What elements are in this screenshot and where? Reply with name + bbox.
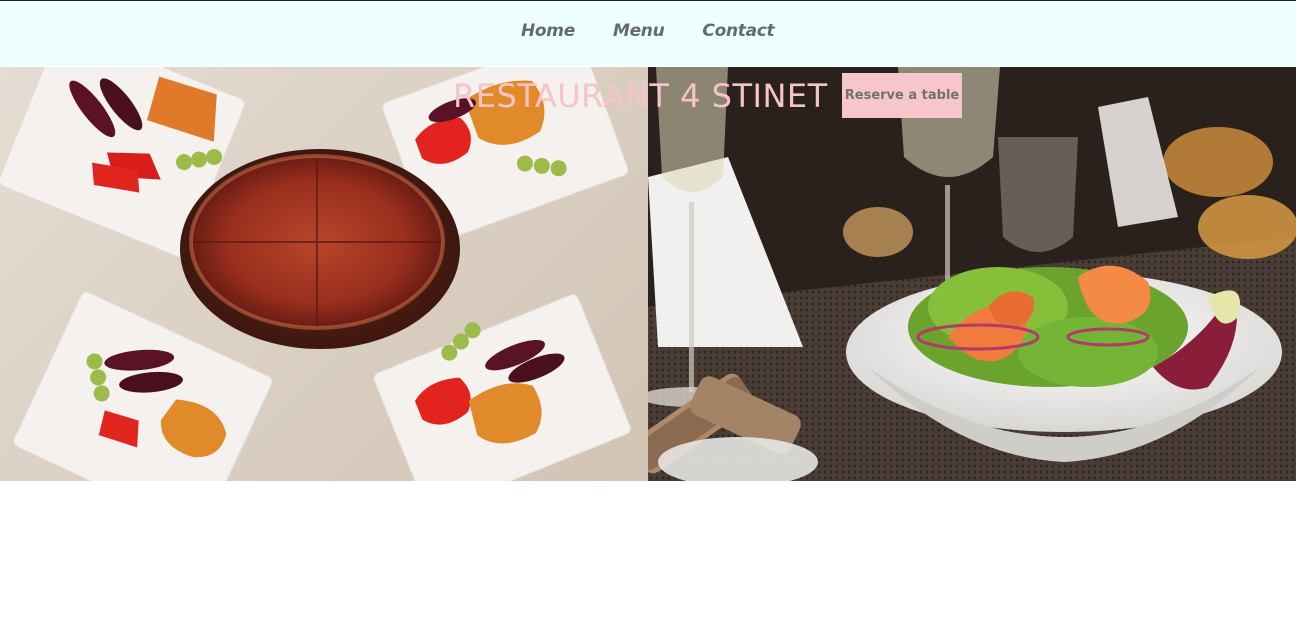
restaurant-title: RESTAURANT 4 STINET (453, 77, 828, 115)
hero-banner (0, 67, 1296, 481)
nav-link-menu[interactable]: Menu (613, 21, 665, 41)
hero-image-left (0, 67, 648, 481)
hero-image-right (648, 67, 1296, 481)
nav-link-contact[interactable]: Contact (702, 21, 774, 41)
nav-link-home[interactable]: Home (521, 21, 575, 41)
top-navigation-bar: Home Menu Contact (0, 0, 1296, 66)
reserve-table-button[interactable]: Reserve a table (842, 73, 962, 118)
pizza-photo (0, 67, 648, 481)
main-nav: Home Menu Contact (521, 21, 775, 41)
salad-photo (648, 67, 1296, 481)
